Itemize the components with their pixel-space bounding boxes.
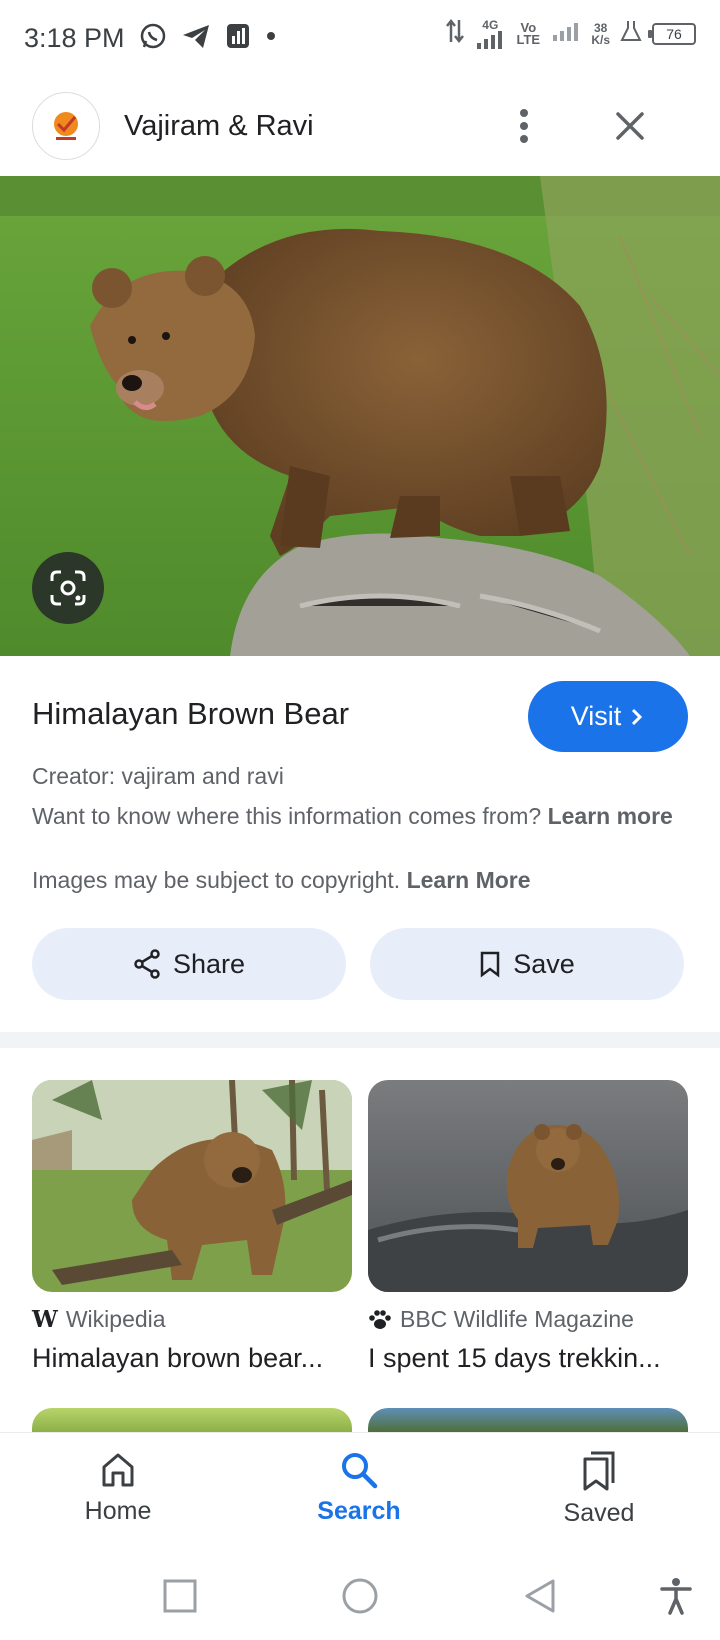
lens-icon: [50, 570, 86, 606]
share-button[interactable]: Share: [32, 928, 346, 1000]
search-icon: [342, 1453, 378, 1489]
nav-home-label: Home: [84, 1497, 152, 1525]
battery-indicator: 76: [648, 22, 696, 45]
more-notifications-dot: [265, 29, 277, 47]
visit-label: Visit: [570, 701, 622, 731]
network-speed: 38 K/s: [591, 20, 610, 47]
related-image[interactable]: [368, 1080, 688, 1292]
back-button[interactable]: [516, 1572, 564, 1620]
image-title: Himalayan Brown Bear: [32, 696, 350, 731]
bookmark-icon: [480, 951, 500, 978]
copyright-learn-more-link[interactable]: Learn More: [407, 867, 531, 893]
source-name: Wikipedia: [65, 1306, 166, 1332]
more-vert-icon: [520, 109, 528, 143]
data-transfer-icon: [445, 18, 465, 49]
related-image-partial[interactable]: [32, 1408, 352, 1432]
wikipedia-icon: W: [32, 1306, 58, 1333]
save-button[interactable]: Save: [370, 928, 684, 1000]
status-bar: 3:18 PM 4G Vo LTE 38 K/s 76: [0, 0, 720, 76]
telegram-icon: [181, 22, 211, 55]
info-source-text: Want to know where this information come…: [32, 803, 673, 829]
related-title[interactable]: I spent 15 days trekkin...: [368, 1343, 688, 1374]
nav-saved[interactable]: Saved: [519, 1451, 679, 1528]
accessibility-button[interactable]: [652, 1572, 700, 1620]
nav-search[interactable]: Search: [279, 1451, 439, 1526]
accessibility-icon: [660, 1578, 692, 1615]
brown-bear-photo: [0, 176, 720, 656]
home-system-button[interactable]: [336, 1572, 384, 1620]
flask-icon: [620, 19, 642, 48]
related-image[interactable]: [32, 1080, 352, 1292]
signal-4g: 4G: [475, 19, 505, 49]
nav-home[interactable]: Home: [38, 1451, 198, 1526]
nav-search-label: Search: [317, 1497, 401, 1525]
site-name[interactable]: Vajiram & Ravi: [124, 110, 314, 143]
volte-indicator: Vo LTE: [516, 19, 541, 47]
visit-button[interactable]: Visit: [528, 681, 688, 752]
back-triangle-icon: [525, 1579, 555, 1613]
google-lens-button[interactable]: [32, 552, 104, 624]
chevron-right-icon: [632, 708, 643, 725]
learn-more-link[interactable]: Learn more: [548, 803, 673, 829]
share-label: Share: [172, 948, 246, 979]
bear-on-rocks-photo: [368, 1080, 688, 1292]
circle-icon: [342, 1578, 378, 1614]
related-source: W Wikipedia: [32, 1306, 352, 1333]
related-result-card[interactable]: BBC Wildlife Magazine I spent 15 days tr…: [368, 1080, 688, 1374]
creator-text: Creator: vajiram and ravi: [32, 763, 284, 789]
bear-in-forest-photo: [32, 1080, 352, 1292]
bottom-navigation: Home Search Saved: [0, 1432, 720, 1552]
whatsapp-icon: [139, 22, 167, 55]
site-logo[interactable]: [32, 92, 100, 160]
bookmarks-icon: [583, 1451, 615, 1491]
source-name: BBC Wildlife Magazine: [400, 1306, 634, 1332]
share-icon: [134, 949, 160, 979]
main-image[interactable]: [0, 176, 720, 656]
image-viewer-header: Vajiram & Ravi: [0, 76, 720, 176]
close-button[interactable]: [606, 102, 654, 150]
related-image-partial[interactable]: [368, 1408, 688, 1432]
paw-icon: [369, 1309, 391, 1329]
recent-apps-button[interactable]: [156, 1572, 204, 1620]
site-favicon-icon: [54, 112, 78, 140]
copyright-text: Images may be subject to copyright. Lear…: [32, 867, 531, 893]
section-divider: [0, 1032, 720, 1048]
home-icon: [102, 1453, 134, 1487]
more-options-button[interactable]: [504, 104, 544, 148]
related-result-card[interactable]: W Wikipedia Himalayan brown bear...: [32, 1080, 352, 1374]
nav-saved-label: Saved: [563, 1499, 635, 1527]
status-time: 3:18 PM: [24, 22, 125, 53]
square-icon: [163, 1579, 197, 1613]
system-navigation-bar: [0, 1552, 720, 1640]
close-icon: [616, 112, 644, 140]
signal-bars-icon: [551, 21, 581, 46]
related-title[interactable]: Himalayan brown bear...: [32, 1343, 352, 1374]
app-notification-icon: [225, 22, 251, 55]
save-label: Save: [513, 948, 575, 979]
related-source: BBC Wildlife Magazine: [368, 1306, 688, 1333]
